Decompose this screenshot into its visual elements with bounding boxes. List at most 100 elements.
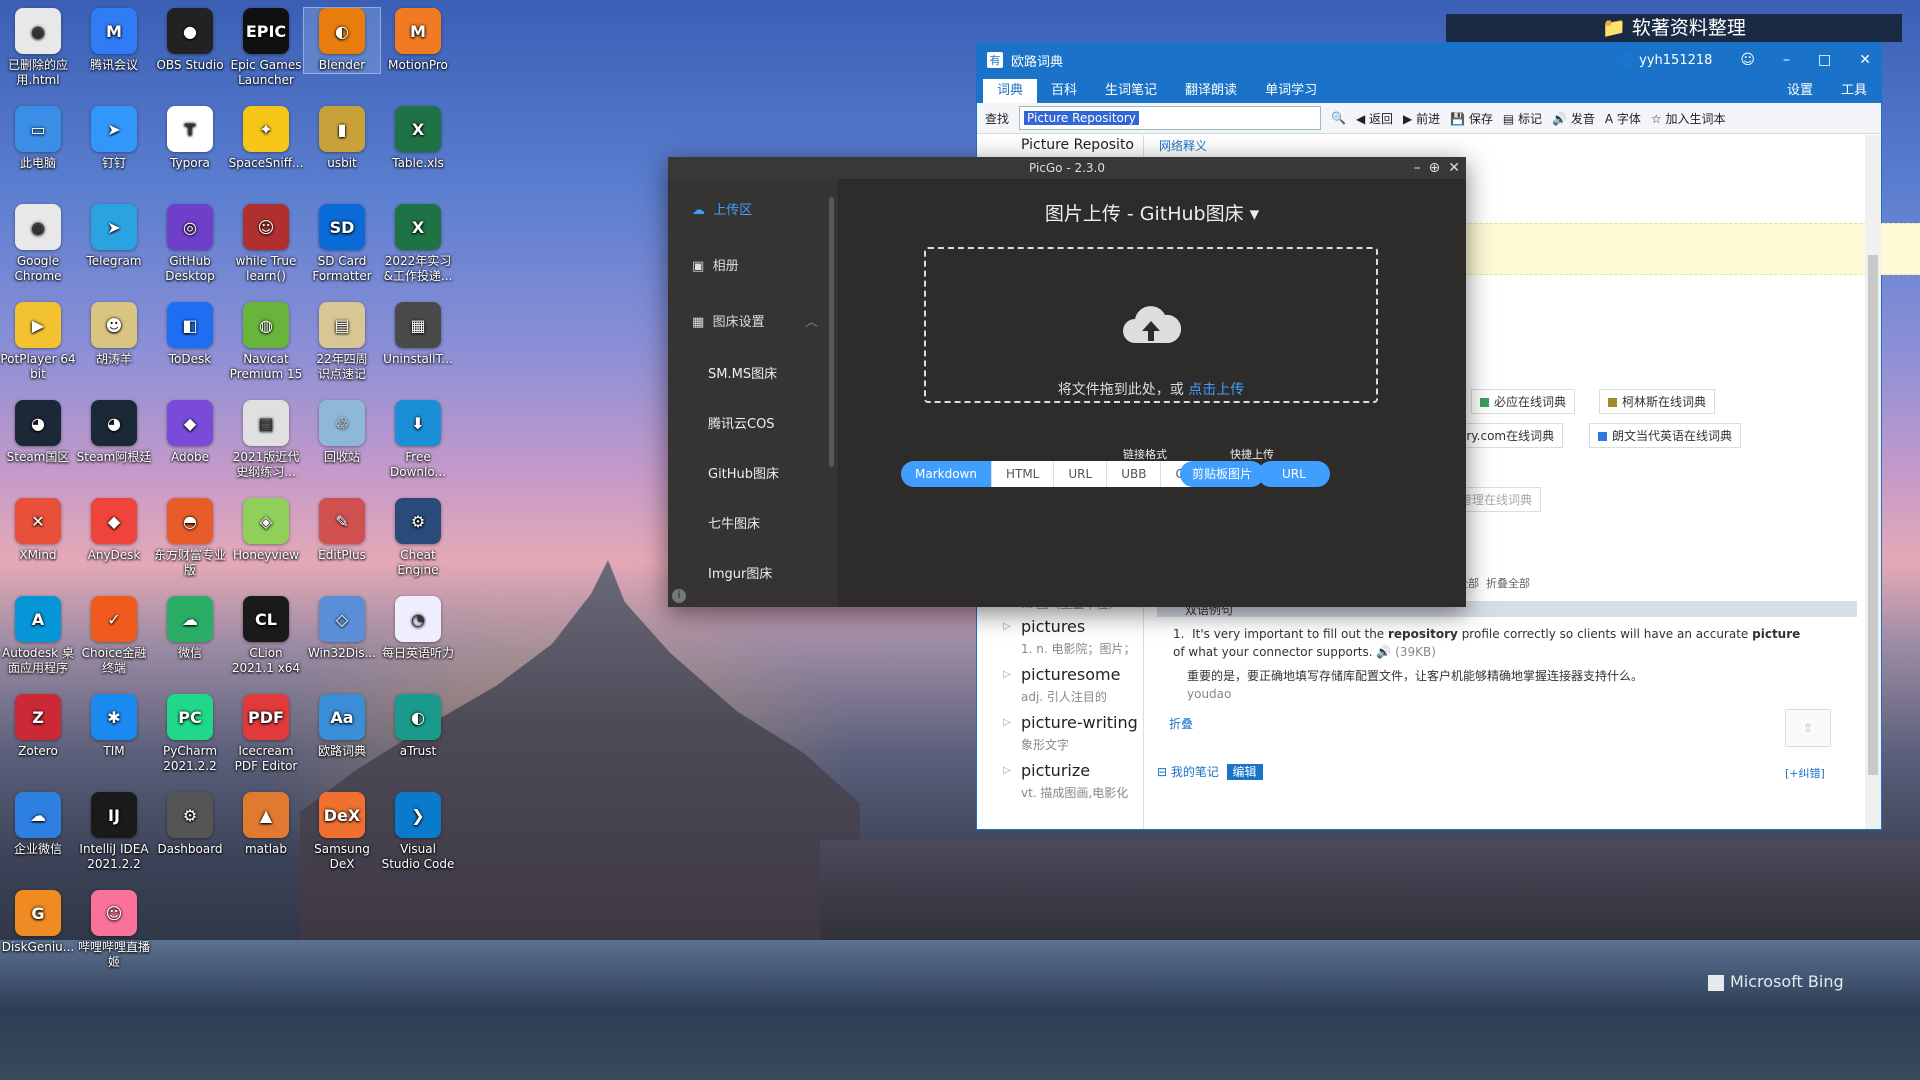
upload-heading[interactable]: 图片上传 - GitHub图床 ▾ (838, 199, 1466, 226)
info-icon[interactable]: i (672, 589, 686, 603)
desktop-icon[interactable]: ☺ 哔哩哔哩直播 姬 (76, 890, 152, 970)
desktop-icon[interactable]: M MotionPro (380, 8, 456, 73)
desktop-icon[interactable]: IJ IntelliJ IDEA 2021.2.2 (76, 792, 152, 872)
correct-link[interactable]: [+纠错] (1785, 765, 1825, 781)
desktop-icon[interactable]: ◉ Google Chrome (0, 204, 76, 284)
desktop-icon[interactable]: ◐ aTrust (380, 694, 456, 759)
desktop-icon[interactable]: ◆ Adobe (152, 400, 228, 465)
desktop-icon[interactable]: Aa 欧路词典 (304, 694, 380, 759)
back-button[interactable]: ◀ 返回 (1356, 110, 1393, 127)
close-icon[interactable]: ✕ (1448, 160, 1460, 176)
sidebar-item-smms[interactable]: SM.MS图床 (668, 361, 838, 389)
youdao-titlebar[interactable]: 有 欧路词典 👤 yyh151218 ☺ – □ ✕ (977, 43, 1881, 77)
top-banner[interactable]: 📁 软著资料整理 (1446, 14, 1902, 42)
desktop-icon[interactable]: ✕ XMind (0, 498, 76, 563)
desktop-icon[interactable]: ▶ PotPlayer 64 bit (0, 302, 76, 382)
tab-dict[interactable]: 词典 (983, 79, 1038, 103)
speaker-icon[interactable]: 🔊 (1376, 645, 1391, 659)
desktop-icon[interactable]: ● OBS Studio (152, 8, 228, 73)
search-icon[interactable]: 🔍 (1331, 111, 1346, 125)
list-item[interactable]: ▷ picture-writing 象形文字 (977, 709, 1143, 757)
desktop-icon[interactable]: ◉ 已删除的应 用.html (0, 8, 76, 88)
close-icon[interactable]: ✕ (1859, 52, 1871, 68)
desktop-icon[interactable]: ◐ Blender (303, 7, 381, 74)
save-button[interactable]: 💾 保存 (1450, 110, 1493, 127)
desktop-icon[interactable]: EPIC Epic Games Launcher (228, 8, 304, 88)
desktop-icon[interactable]: M 腾讯会议 (76, 8, 152, 73)
desktop-icon[interactable]: ☁ 微信 (152, 596, 228, 661)
desktop-icon[interactable]: ✦ SpaceSniff... (228, 106, 304, 171)
picgo-titlebar[interactable]: PicGo - 2.3.0 – ⊕ ✕ (668, 157, 1466, 179)
desktop-icon[interactable]: ◕ Steam国区 (0, 400, 76, 465)
desktop-icon[interactable]: CL CLion 2021.1 x64 (228, 596, 304, 676)
format-markdown[interactable]: Markdown (901, 461, 992, 487)
desktop-icon[interactable]: T Typora (152, 106, 228, 171)
desktop-icon[interactable]: ♲ 回收站 (304, 400, 380, 465)
tab-notes[interactable]: 生词笔记 (1091, 79, 1171, 103)
list-item[interactable]: ▷ pictures 1. n. 电影院；图片； (977, 613, 1143, 661)
maximize-icon[interactable]: □ (1818, 52, 1831, 68)
collapse-icon[interactable]: ⊟ (1157, 765, 1167, 779)
sidebar-item-settings[interactable]: ▦ 图床设置 ︿ (668, 309, 838, 337)
format-ubb[interactable]: UBB (1107, 461, 1162, 487)
sidebar-item-album[interactable]: ▣ 相册 (668, 253, 838, 281)
url-upload-button[interactable]: URL (1258, 461, 1330, 487)
desktop-icon[interactable]: ❯ Visual Studio Code (380, 792, 456, 872)
clipboard-upload-button[interactable]: 剪贴板图片 (1180, 461, 1265, 487)
settings-menu[interactable]: 设置 (1773, 79, 1827, 103)
tab-learn[interactable]: 单词学习 (1251, 79, 1331, 103)
tab-translate[interactable]: 翻译朗读 (1171, 79, 1251, 103)
drop-zone[interactable]: 将文件拖到此处，或 点击上传 (924, 247, 1378, 403)
sidebar-item-upload[interactable]: ☁ 上传区 (668, 197, 838, 225)
desktop-icon[interactable]: ✓ Choice金融 终端 (76, 596, 152, 676)
dict-bing[interactable]: 必应在线词典 (1471, 389, 1576, 414)
desktop-icon[interactable]: Z Zotero (0, 694, 76, 759)
font-button[interactable]: A 字体 (1605, 110, 1641, 127)
add-word-button[interactable]: ☆ 加入生词本 (1651, 110, 1726, 127)
sidebar-item-tencent[interactable]: 腾讯云COS (668, 411, 838, 439)
sidebar-item-imgur[interactable]: Imgur图床 (668, 561, 838, 589)
desktop-icon[interactable]: ◕ Steam阿根廷 (76, 400, 152, 465)
tools-menu[interactable]: 工具 (1827, 79, 1881, 103)
dict-collins[interactable]: 柯林斯在线词典 (1599, 389, 1716, 414)
desktop-icon[interactable]: ➤ Telegram (76, 204, 152, 269)
desktop-icon[interactable]: G DiskGeniu... (0, 890, 76, 955)
search-input[interactable]: Picture Repository (1019, 106, 1322, 130)
desktop-icon[interactable]: ◆ AnyDesk (76, 498, 152, 563)
smiley-icon[interactable]: ☺ (1740, 52, 1755, 68)
desktop-icon[interactable]: DeX Samsung DeX (304, 792, 380, 872)
desktop-icon[interactable]: PC PyCharm 2021.2.2 (152, 694, 228, 774)
dict-longman[interactable]: 朗文当代英语在线词典 (1589, 423, 1742, 448)
sidebar-item-qiniu[interactable]: 七牛图床 (668, 511, 838, 539)
desktop-icon[interactable]: A Autodesk 桌 面应用程序 (0, 596, 76, 676)
format-html[interactable]: HTML (991, 461, 1055, 487)
desktop-icon[interactable]: ✎ EditPlus (304, 498, 380, 563)
desktop-icon[interactable]: ▲ matlab (228, 792, 304, 857)
desktop-icon[interactable]: ⚙ Cheat Engine (380, 498, 456, 578)
desktop-icon[interactable]: ✱ TIM (76, 694, 152, 759)
desktop-icon[interactable]: ⚙ Dashboard (152, 792, 228, 857)
format-url[interactable]: URL (1054, 461, 1108, 487)
desktop-icon[interactable]: ▦ UninstallT... (380, 302, 456, 367)
forward-button[interactable]: ▶ 前进 (1403, 110, 1440, 127)
desktop-icon[interactable]: ◍ Navicat Premium 15 (228, 302, 304, 382)
list-item[interactable]: ▷ picturesome adj. 引人注目的 (977, 661, 1143, 709)
desktop-icon[interactable]: SD SD Card Formatter (304, 204, 380, 284)
desktop-icon[interactable]: ▤ 22年四周 识点速记 (304, 302, 380, 382)
desktop-icon[interactable]: ◔ 每日英语听力 (380, 596, 456, 661)
desktop-icon[interactable]: ▭ 此电脑 (0, 106, 76, 171)
desktop-icon[interactable]: X Table.xls (380, 106, 456, 171)
desktop-icon[interactable]: ◇ Win32Dis... (304, 596, 380, 661)
desktop-icon[interactable]: ☁ 企业微信 (0, 792, 76, 857)
collapse-all[interactable]: 折叠全部 (1486, 577, 1530, 590)
desktop-icon[interactable]: ➤ 钉钉 (76, 106, 152, 171)
minimize-icon[interactable]: – (1414, 160, 1421, 176)
desktop-icon[interactable]: ☻ 胡涛羊 (76, 302, 152, 367)
desktop-icon[interactable]: X 2022年实习 &工作投递... (380, 204, 456, 284)
desktop-icon[interactable]: ▮ usbit (304, 106, 380, 171)
desktop-icon[interactable]: ◧ ToDesk (152, 302, 228, 367)
scrollbar[interactable] (1865, 135, 1881, 829)
pin-icon[interactable]: ⊕ (1429, 160, 1441, 176)
click-upload-link[interactable]: 点击上传 (1188, 382, 1244, 398)
youdao-user[interactable]: yyh151218 (1639, 53, 1712, 68)
